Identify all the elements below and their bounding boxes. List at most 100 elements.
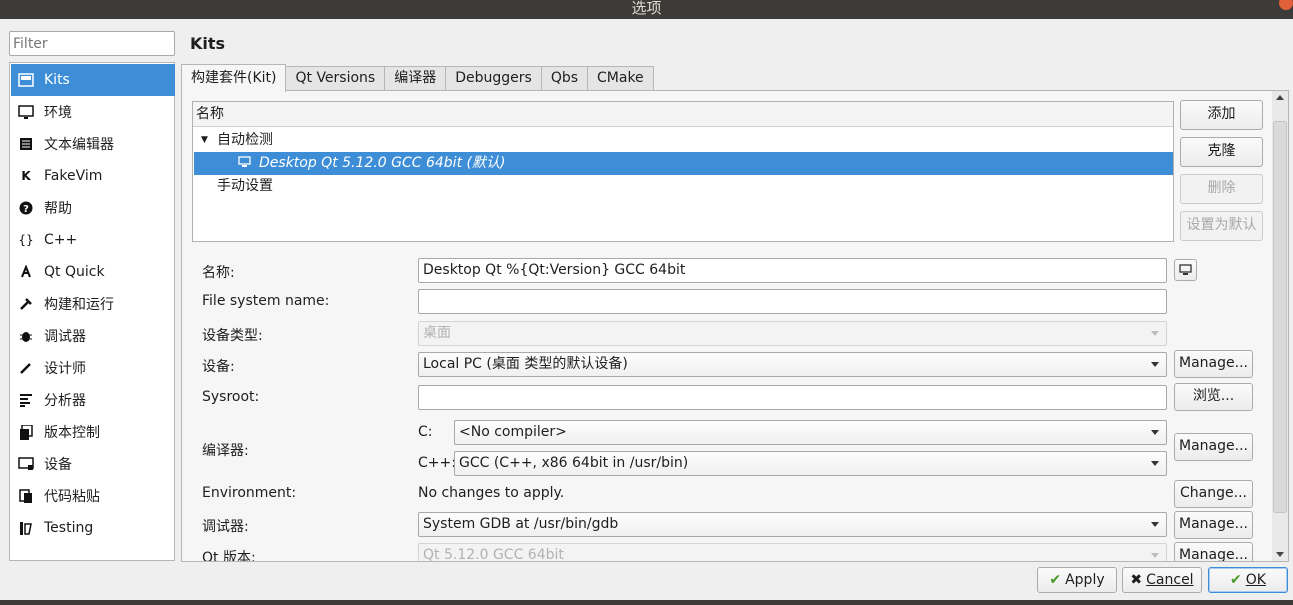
tab-debuggers[interactable]: Debuggers — [445, 66, 542, 91]
sidebar-item-environment[interactable]: 环境 — [11, 96, 175, 128]
sidebar-item-version-control[interactable]: 版本控制 — [11, 416, 175, 448]
ok-button[interactable]: ✔ OK — [1208, 567, 1288, 593]
chevron-down-icon — [1151, 461, 1159, 466]
sidebar-item-designer[interactable]: 设计师 — [11, 352, 175, 384]
taskbar-strip — [0, 600, 1293, 605]
sysroot-browse-button[interactable]: 浏览... — [1174, 383, 1253, 411]
debugger-manage-button[interactable]: Manage... — [1174, 511, 1253, 539]
tree-group-manual[interactable]: 手动设置 — [194, 175, 1173, 198]
sidebar-item-label: Testing — [44, 520, 94, 536]
environment-label: Environment: — [202, 485, 297, 501]
compiler-label: 编译器: — [202, 443, 249, 459]
cancel-button[interactable]: ✖ Cancel — [1122, 567, 1202, 593]
pencil-icon — [18, 360, 34, 376]
chevron-down-icon — [1151, 553, 1159, 558]
sidebar: Kits 环境 文本编辑器 K FakeVim ? 帮助 {} C++ Qt Q… — [9, 62, 175, 561]
qt-version-combo[interactable]: Qt 5.12.0 GCC 64bit — [418, 543, 1167, 561]
sysroot-label: Sysroot: — [202, 389, 260, 405]
qt-quick-icon — [18, 264, 34, 280]
scrollbar-thumb[interactable] — [1273, 121, 1287, 513]
debugger-label: 调试器: — [202, 519, 249, 535]
tree-group-auto-detected[interactable]: ▼ 自动检测 — [194, 129, 1173, 152]
name-label: 名称: — [202, 265, 235, 281]
sidebar-item-code-paste[interactable]: 代码粘贴 — [11, 480, 175, 512]
vertical-scrollbar[interactable] — [1272, 91, 1288, 561]
sidebar-item-analyzer[interactable]: 分析器 — [11, 384, 175, 416]
chevron-down-icon — [1151, 331, 1159, 336]
sidebar-item-label: 分析器 — [44, 393, 86, 409]
sidebar-item-kits[interactable]: Kits — [11, 64, 175, 96]
sidebar-item-label: Kits — [44, 72, 70, 88]
c-compiler-combo[interactable]: <No compiler> — [454, 420, 1167, 445]
sidebar-item-build-run[interactable]: 构建和运行 — [11, 288, 175, 320]
chevron-down-icon — [1151, 522, 1159, 527]
tab-qbs[interactable]: Qbs — [540, 66, 589, 91]
tree-group-label: 自动检测 — [217, 132, 273, 148]
monitor-icon — [18, 104, 34, 120]
device-manage-button[interactable]: Manage... — [1174, 350, 1253, 378]
tree-header[interactable]: 名称 — [193, 102, 1173, 127]
sidebar-item-label: Qt Quick — [44, 264, 105, 280]
make-default-button[interactable]: 设置为默认 — [1180, 211, 1263, 241]
sidebar-item-devices[interactable]: 设备 — [11, 448, 175, 480]
remove-button[interactable]: 删除 — [1180, 174, 1263, 204]
kits-tree: 名称 ▼ 自动检测 Desktop Qt 5.12.0 GCC 64bit (默… — [192, 101, 1174, 242]
text-editor-icon — [18, 136, 34, 152]
fs-name-label: File system name: — [202, 293, 330, 309]
environment-change-button[interactable]: Change... — [1174, 480, 1253, 508]
cross-icon: ✖ — [1130, 572, 1143, 588]
window-title: 选项 — [631, 0, 662, 17]
sysroot-field[interactable] — [418, 385, 1167, 410]
compiler-manage-button[interactable]: Manage... — [1174, 433, 1253, 461]
sidebar-item-testing[interactable]: Testing — [11, 512, 175, 544]
checkmark-icon: ✔ — [1230, 572, 1242, 588]
sidebar-item-debugger[interactable]: 调试器 — [11, 320, 175, 352]
kit-icon-button[interactable] — [1174, 259, 1197, 281]
sidebar-item-text-editor[interactable]: 文本编辑器 — [11, 128, 175, 160]
combo-value: Qt 5.12.0 GCC 64bit — [423, 547, 564, 561]
tab-compilers[interactable]: 编译器 — [384, 66, 447, 91]
filter-input[interactable] — [9, 31, 175, 56]
fs-name-field[interactable] — [418, 289, 1167, 314]
combo-value: Local PC (桌面 类型的默认设备) — [423, 356, 628, 372]
svg-text:?: ? — [23, 204, 29, 215]
tab-cmake[interactable]: CMake — [587, 66, 654, 91]
chevron-down-icon — [1151, 430, 1159, 435]
debugger-combo[interactable]: System GDB at /usr/bin/gdb — [418, 512, 1167, 537]
device-type-label: 设备类型: — [202, 328, 263, 344]
environment-value: No changes to apply. — [418, 485, 565, 501]
checkmark-icon: ✔ — [1049, 572, 1062, 588]
combo-value: System GDB at /usr/bin/gdb — [423, 516, 619, 532]
sidebar-item-help[interactable]: ? 帮助 — [11, 192, 175, 224]
tree-item-desktop-kit[interactable]: Desktop Qt 5.12.0 GCC 64bit (默认) — [194, 152, 1173, 175]
close-window-icon[interactable] — [1279, 0, 1293, 10]
combo-value: <No compiler> — [459, 424, 567, 440]
sidebar-item-fakevim[interactable]: K FakeVim — [11, 160, 175, 192]
tree-group-label: 手动设置 — [217, 178, 273, 194]
apply-label: Apply — [1065, 572, 1105, 588]
device-combo[interactable]: Local PC (桌面 类型的默认设备) — [418, 352, 1167, 377]
combo-value: 桌面 — [423, 325, 451, 341]
name-field[interactable]: Desktop Qt %{Qt:Version} GCC 64bit — [418, 258, 1167, 283]
sidebar-item-cpp[interactable]: {} C++ — [11, 224, 175, 256]
cpp-compiler-label: C++: — [418, 455, 456, 471]
sidebar-item-label: 环境 — [44, 105, 72, 121]
sidebar-item-label: 代码粘贴 — [44, 489, 100, 505]
ok-label: OK — [1245, 572, 1266, 588]
qt-version-label: Qt 版本: — [202, 550, 256, 561]
qt-version-manage-button[interactable]: Manage... — [1174, 542, 1253, 561]
tab-qt-versions[interactable]: Qt Versions — [285, 66, 386, 91]
scroll-down-arrow-icon[interactable] — [1276, 552, 1284, 557]
clone-button[interactable]: 克隆 — [1180, 137, 1263, 167]
braces-icon: {} — [18, 233, 34, 247]
scroll-up-arrow-icon[interactable] — [1276, 95, 1284, 100]
cpp-compiler-combo[interactable]: GCC (C++, x86 64bit in /usr/bin) — [454, 451, 1167, 476]
tab-kits[interactable]: 构建套件(Kit) — [181, 64, 287, 92]
cancel-label: Cancel — [1146, 572, 1194, 588]
monitor-icon — [238, 153, 251, 176]
collapse-arrow-icon[interactable]: ▼ — [201, 129, 208, 152]
apply-button[interactable]: ✔ Apply — [1037, 567, 1117, 593]
sidebar-item-qt-quick[interactable]: Qt Quick — [11, 256, 175, 288]
add-button[interactable]: 添加 — [1180, 100, 1263, 130]
device-type-combo[interactable]: 桌面 — [418, 321, 1167, 346]
